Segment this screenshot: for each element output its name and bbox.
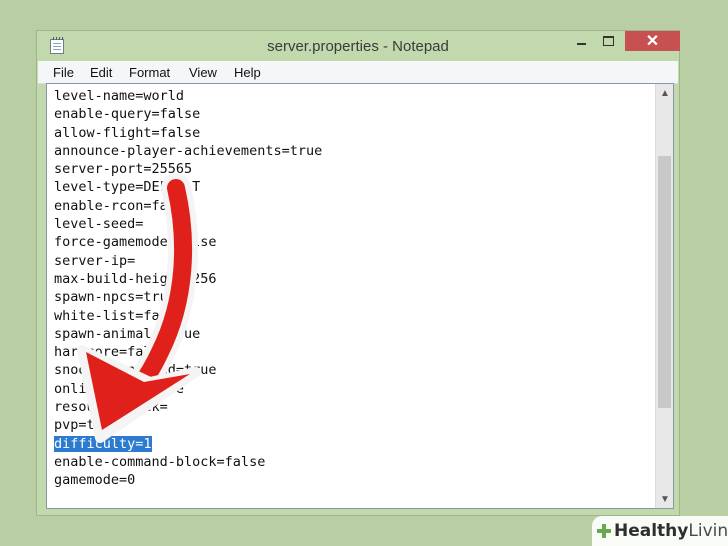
healthy-living-watermark: HealthyLiving xyxy=(592,516,728,546)
text-line[interactable]: enable-query=false xyxy=(54,105,653,123)
text-line-content: spawn-animals=true xyxy=(54,325,201,342)
text-line-content: max-build-height=256 xyxy=(54,270,217,287)
text-line[interactable]: pvp=true xyxy=(54,416,653,434)
text-line[interactable]: online-mode=true xyxy=(54,380,653,398)
text-line-content: gamemode=0 xyxy=(54,472,136,489)
minimize-button[interactable] xyxy=(570,31,592,51)
text-line[interactable]: gamemode=0 xyxy=(54,471,653,489)
text-line[interactable]: enable-rcon=false xyxy=(54,197,653,215)
notepad-window: server.properties - Notepad ✕ File Edit … xyxy=(36,30,680,516)
text-line-content: level-type=DEFAULT xyxy=(54,179,201,196)
text-line[interactable]: difficulty=1 xyxy=(54,435,653,453)
scroll-up-button[interactable]: ▲ xyxy=(656,84,674,102)
maximize-button[interactable] xyxy=(595,31,621,51)
text-line-content: server-port=25565 xyxy=(54,161,193,178)
text-line-content: snooper-enabled=true xyxy=(54,362,217,379)
text-line-content: enable-query=false xyxy=(54,106,201,123)
text-line[interactable]: max-build-height=256 xyxy=(54,270,653,288)
text-line[interactable]: spawn-npcs=true xyxy=(54,288,653,306)
text-line-content: server-ip= xyxy=(54,252,136,269)
watermark-text: HealthyLiving xyxy=(614,521,728,541)
close-button[interactable]: ✕ xyxy=(625,31,680,51)
text-line-content: announce-player-achievements=true xyxy=(54,142,323,159)
text-line-content: enable-command-block=false xyxy=(54,453,266,470)
plus-leaf-icon xyxy=(597,524,611,538)
vertical-scrollbar[interactable]: ▲ ▼ xyxy=(655,84,673,508)
title-bar[interactable]: server.properties - Notepad ✕ xyxy=(37,31,680,61)
text-line[interactable]: server-ip= xyxy=(54,252,653,270)
text-line-content: resource-pack= xyxy=(54,399,168,416)
text-line[interactable]: resource-pack= xyxy=(54,398,653,416)
text-line-content: white-list=false xyxy=(54,307,185,324)
text-line-content: level-seed= xyxy=(54,216,144,233)
menu-help[interactable]: Help xyxy=(234,65,261,80)
menu-format[interactable]: Format xyxy=(129,65,170,80)
text-line-content: online-mode=true xyxy=(54,380,185,397)
menu-view[interactable]: View xyxy=(189,65,217,80)
text-line[interactable]: level-type=DEFAULT xyxy=(54,178,653,196)
text-line-content: force-gamemode=false xyxy=(54,234,217,251)
text-line[interactable]: snooper-enabled=true xyxy=(54,361,653,379)
text-line-content: allow-flight=false xyxy=(54,124,201,141)
text-line[interactable]: level-seed= xyxy=(54,215,653,233)
text-line-content: hardcore=false xyxy=(54,344,168,361)
text-line-content: enable-rcon=false xyxy=(54,197,193,214)
scroll-thumb[interactable] xyxy=(658,156,671,408)
scroll-down-button[interactable]: ▼ xyxy=(656,490,674,508)
text-line-content: spawn-npcs=true xyxy=(54,289,176,306)
text-line[interactable]: white-list=false xyxy=(54,307,653,325)
text-line-content: level-name=world xyxy=(54,88,185,104)
text-line[interactable]: spawn-animals=true xyxy=(54,325,653,343)
text-line[interactable]: announce-player-achievements=true xyxy=(54,142,653,160)
text-line-content: difficulty=1 xyxy=(54,435,152,452)
text-editor[interactable]: level-name=world enable-query=false allow-… xyxy=(46,83,674,509)
menu-file[interactable]: File xyxy=(53,65,74,80)
text-line[interactable]: allow-flight=false xyxy=(54,124,653,142)
text-line[interactable]: enable-command-block=false xyxy=(54,453,653,471)
menu-bar: File Edit Format View Help xyxy=(38,61,678,84)
text-line[interactable]: force-gamemode=false xyxy=(54,233,653,251)
text-line[interactable]: hardcore=false xyxy=(54,343,653,361)
text-line[interactable]: server-port=25565 xyxy=(54,160,653,178)
editor-text-area[interactable]: level-name=world enable-query=false allow-… xyxy=(54,87,653,508)
text-line-content: pvp=true xyxy=(54,417,120,434)
text-line[interactable]: level-name=world xyxy=(54,87,653,105)
menu-edit[interactable]: Edit xyxy=(90,65,112,80)
